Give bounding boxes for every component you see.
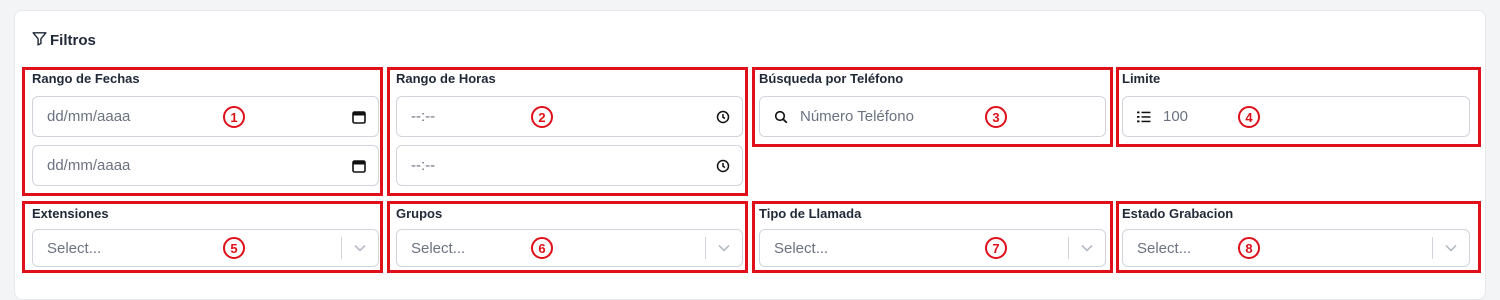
annotation-number-3: 3 bbox=[985, 106, 1007, 128]
annotation-number-5: 5 bbox=[223, 237, 245, 259]
panel-title: Filtros bbox=[50, 32, 96, 49]
annotation-box-6 bbox=[387, 201, 748, 273]
filter-icon bbox=[31, 30, 48, 51]
annotation-number-1: 1 bbox=[223, 106, 245, 128]
annotation-number-7: 7 bbox=[985, 237, 1007, 259]
annotation-number-4: 4 bbox=[1238, 106, 1260, 128]
annotation-box-7 bbox=[752, 201, 1113, 273]
annotation-box-4 bbox=[1116, 67, 1481, 147]
annotation-number-6: 6 bbox=[531, 237, 553, 259]
annotation-box-3 bbox=[752, 67, 1113, 147]
annotation-box-1 bbox=[22, 67, 383, 196]
annotation-box-8 bbox=[1116, 201, 1481, 273]
annotation-box-5 bbox=[22, 201, 383, 273]
panel-header: Filtros bbox=[31, 30, 96, 51]
annotation-box-2 bbox=[387, 67, 748, 196]
annotation-number-2: 2 bbox=[531, 106, 553, 128]
annotation-number-8: 8 bbox=[1238, 237, 1260, 259]
